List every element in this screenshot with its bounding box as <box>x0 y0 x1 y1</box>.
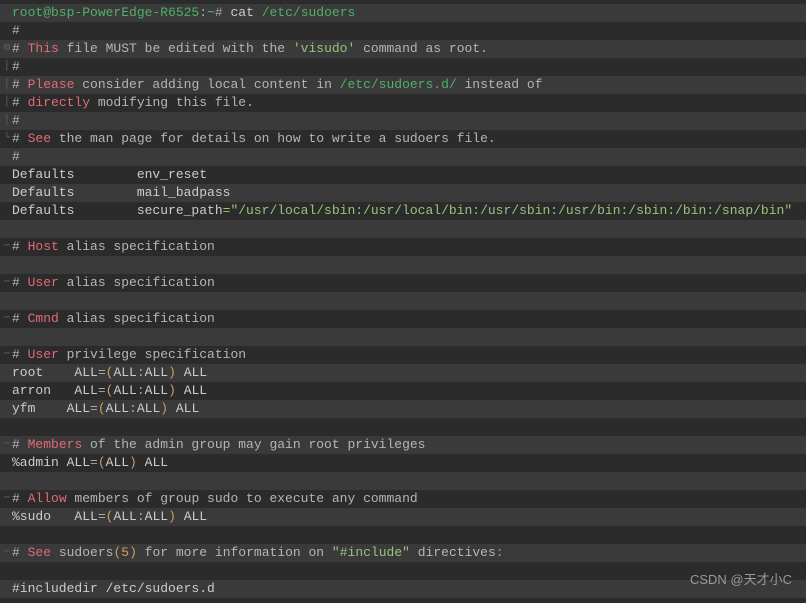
file-line <box>0 256 806 274</box>
file-line: %sudo ALL=(ALL:ALL) ALL <box>0 508 806 526</box>
file-line: ⊟# This file MUST be edited with the 'vi… <box>0 40 806 58</box>
file-line: %admin ALL=(ALL) ALL <box>0 454 806 472</box>
file-line <box>0 292 806 310</box>
file-line <box>0 220 806 238</box>
file-line: ─# Allow members of group sudo to execut… <box>0 490 806 508</box>
file-line: └# See the man page for details on how t… <box>0 130 806 148</box>
file-line <box>0 418 806 436</box>
file-line <box>0 562 806 580</box>
file-line: │# <box>0 112 806 130</box>
file-path: /etc/sudoers <box>262 5 356 20</box>
file-line: root ALL=(ALL:ALL) ALL <box>0 364 806 382</box>
file-line: ─# See sudoers(5) for more information o… <box>0 544 806 562</box>
file-line: Defaults env_reset <box>0 166 806 184</box>
user-host: root@bsp-PowerEdge-R6525 <box>12 5 199 20</box>
file-line: ─# Members of the admin group may gain r… <box>0 436 806 454</box>
file-line: ─# Cmnd alias specification <box>0 310 806 328</box>
file-line <box>0 526 806 544</box>
file-line: ─# Host alias specification <box>0 238 806 256</box>
file-line: ─# User privilege specification <box>0 346 806 364</box>
file-line: # <box>0 148 806 166</box>
file-line: # <box>0 22 806 40</box>
file-line <box>0 472 806 490</box>
prompt-line: root@bsp-PowerEdge-R6525:~# cat /etc/sud… <box>0 4 806 22</box>
file-line: │# directly modifying this file. <box>0 94 806 112</box>
file-line: │# Please consider adding local content … <box>0 76 806 94</box>
file-line: ─# User alias specification <box>0 274 806 292</box>
file-line: Defaults mail_badpass <box>0 184 806 202</box>
watermark: CSDN @天才小C <box>690 571 792 589</box>
file-line: #includedir /etc/sudoers.d <box>0 580 806 598</box>
file-line: yfm ALL=(ALL:ALL) ALL <box>0 400 806 418</box>
terminal-output: root@bsp-PowerEdge-R6525:~# cat /etc/sud… <box>0 0 806 602</box>
file-line: arron ALL=(ALL:ALL) ALL <box>0 382 806 400</box>
file-line <box>0 328 806 346</box>
file-line: Defaults secure_path="/usr/local/sbin:/u… <box>0 202 806 220</box>
file-line: │# <box>0 58 806 76</box>
